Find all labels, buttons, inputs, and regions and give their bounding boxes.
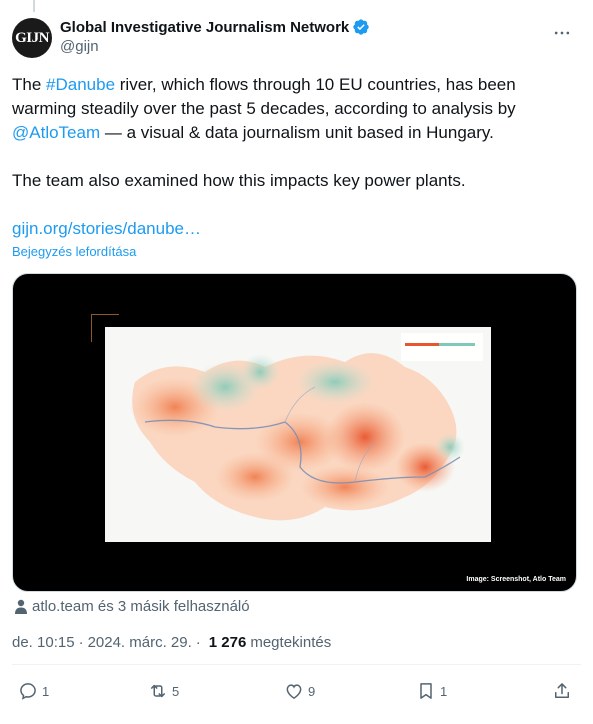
author-names: Global Investigative Journalism Network … [60, 18, 370, 55]
retweet-button[interactable]: 5 [148, 681, 179, 701]
share-icon [555, 683, 569, 698]
person-icon [15, 599, 27, 614]
retweet-icon [151, 684, 165, 698]
post-metadata: de. 10:15 · 2024. márc. 29. · 1 276 megt… [12, 634, 331, 651]
heart-icon [286, 684, 302, 699]
map-graphic [105, 327, 491, 542]
hashtag-link[interactable]: #Danube [46, 75, 115, 94]
like-button[interactable]: 9 [284, 681, 315, 701]
media-image[interactable]: Image: Screenshot, Atlo Team [12, 273, 577, 592]
bookmark-button[interactable]: 1 [416, 681, 447, 701]
views-label: megtekintés [250, 634, 332, 651]
separator: · [195, 634, 201, 651]
tweet-text: The #Danube river, which flows through 1… [12, 73, 572, 241]
post-date[interactable]: 2024. márc. 29. [88, 634, 192, 651]
bookmark-icon [420, 683, 432, 699]
avatar[interactable]: GIJN [12, 18, 52, 58]
retweet-count: 5 [172, 683, 180, 699]
tagged-users[interactable]: atlo.team és 3 másik felhasználó [14, 598, 250, 615]
tweet-paragraph-2: The team also examined how this impacts … [12, 171, 466, 190]
reply-count: 1 [42, 683, 50, 699]
tweet-header: GIJN Global Investigative Journalism Net… [12, 14, 581, 62]
reply-button[interactable]: 1 [18, 681, 49, 701]
translate-post-link[interactable]: Bejegyzés lefordítása [12, 244, 136, 259]
image-credit: Image: Screenshot, Atlo Team [466, 576, 566, 583]
mention-link[interactable]: @AtloTeam [12, 123, 100, 142]
tweet-paragraph-1: The #Danube river, which flows through 1… [12, 73, 572, 145]
action-bar: 1 5 9 1 [12, 681, 577, 705]
author-handle[interactable]: @gijn [60, 38, 370, 55]
reply-icon [20, 683, 36, 700]
tagged-users-label: atlo.team és 3 másik felhasználó [32, 598, 250, 615]
bookmark-count: 1 [440, 683, 448, 699]
text-segment: The [12, 75, 47, 94]
separator: · [78, 634, 84, 651]
post-time[interactable]: de. 10:15 [12, 634, 75, 651]
divider [12, 664, 581, 665]
text-segment: — a visual & data journalism unit based … [100, 123, 494, 142]
views-count: 1 276 [208, 634, 247, 651]
article-link[interactable]: gijn.org/stories/danube… [12, 219, 201, 238]
danube-heatmap [105, 327, 491, 542]
thread-line [33, 0, 35, 12]
verified-badge-icon [353, 19, 369, 35]
like-count: 9 [308, 683, 316, 699]
display-name[interactable]: Global Investigative Journalism Network [60, 19, 349, 36]
share-button[interactable] [552, 681, 576, 701]
more-options-icon[interactable] [551, 22, 573, 44]
